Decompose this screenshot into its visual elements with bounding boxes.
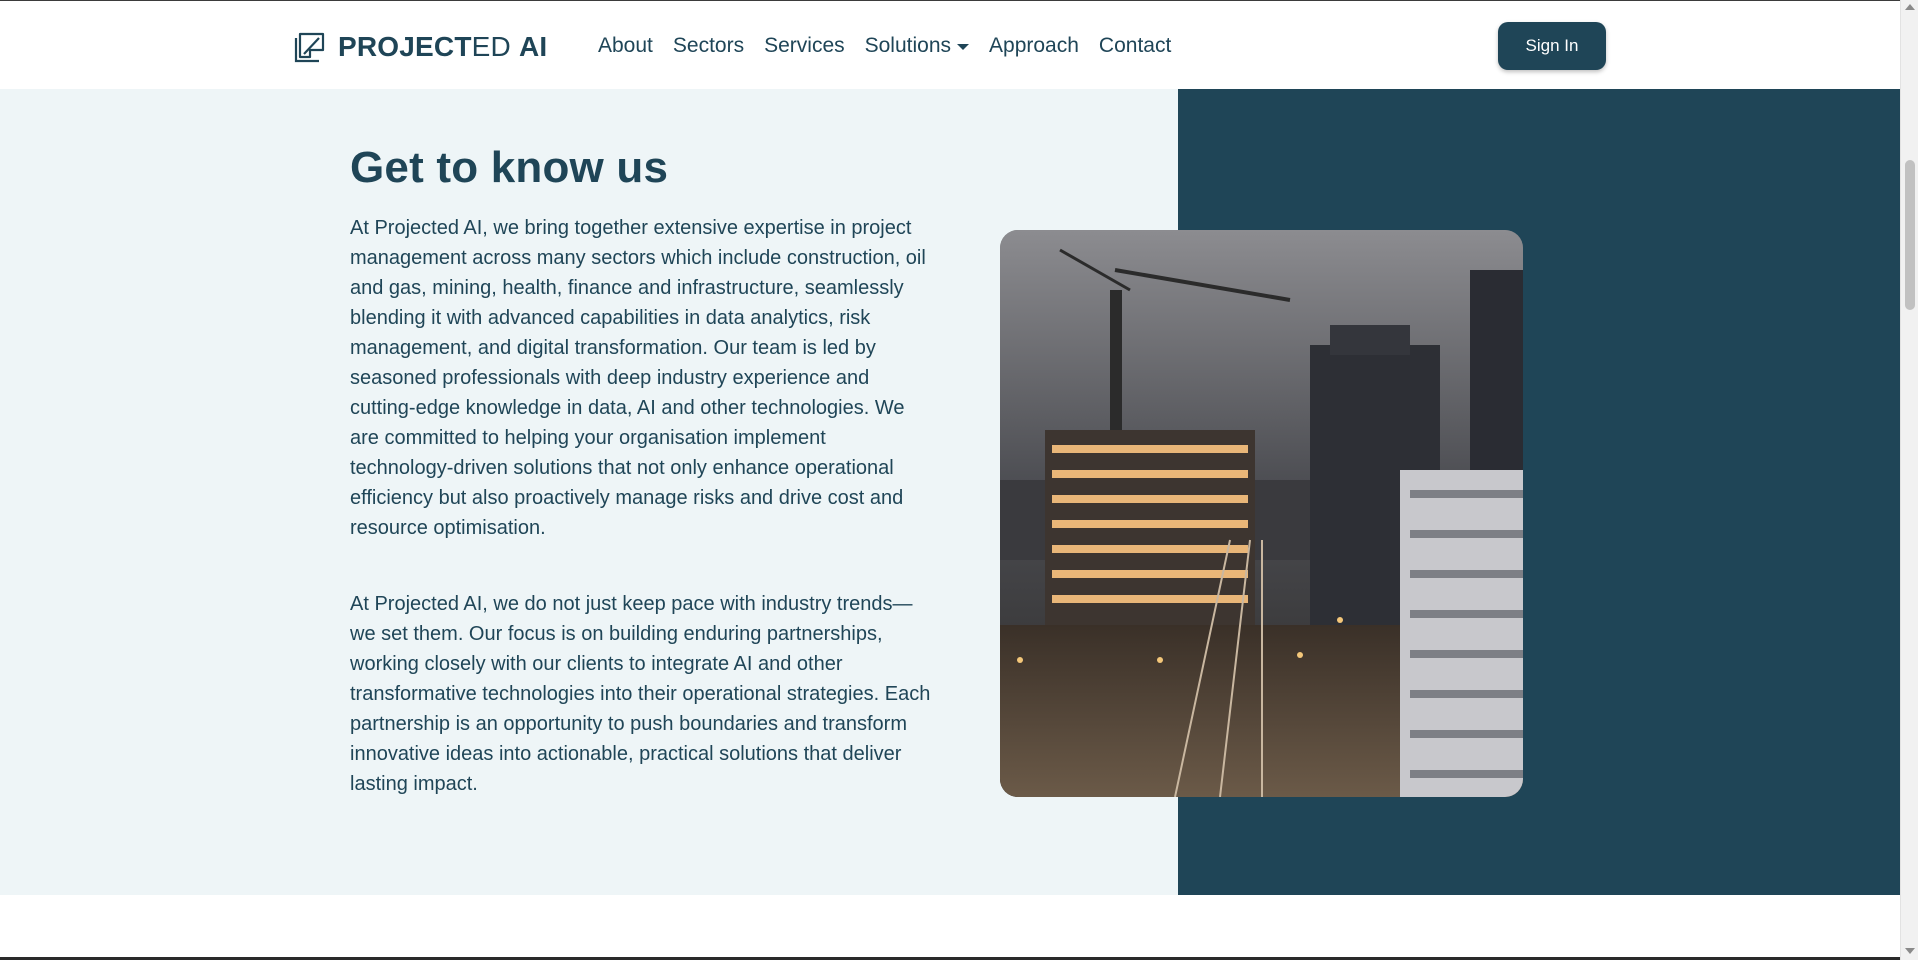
sign-in-button[interactable]: Sign In xyxy=(1498,22,1606,70)
projected-logo-icon xyxy=(294,32,325,63)
nav-about-link[interactable]: About xyxy=(598,34,653,58)
about-section: Get to know us At Projected AI, we bring… xyxy=(0,89,1900,895)
site-header: PROJECTED AI About Sectors Services Solu… xyxy=(0,1,1900,89)
brand-name: PROJECTED AI xyxy=(338,31,547,63)
page-scrollbar[interactable] xyxy=(1900,0,1918,960)
brand-name-bold: PROJECT xyxy=(338,31,472,62)
main-nav: About Sectors Services Solutions Approac… xyxy=(598,31,1191,61)
scroll-down-arrow-icon[interactable] xyxy=(1905,948,1915,954)
about-paragraph-2: At Projected AI, we do not just keep pac… xyxy=(350,593,931,795)
nav-contact-link[interactable]: Contact xyxy=(1099,34,1171,58)
nav-approach-link[interactable]: Approach xyxy=(989,34,1079,58)
brand-logo-link[interactable]: PROJECTED AI xyxy=(292,27,547,67)
next-section-start xyxy=(0,895,1900,960)
nav-services-link[interactable]: Services xyxy=(764,34,845,58)
city-construction-illustration xyxy=(1000,230,1523,797)
brand-name-light: ED xyxy=(471,31,511,62)
caret-down-icon xyxy=(957,44,970,50)
nav-sectors-link[interactable]: Sectors xyxy=(673,34,744,58)
brand-name-suffix: AI xyxy=(518,31,548,62)
scrollbar-thumb[interactable] xyxy=(1905,160,1915,310)
scroll-up-arrow-icon[interactable] xyxy=(1905,4,1915,10)
nav-solutions-label: Solutions xyxy=(864,34,952,57)
nav-solutions-dropdown[interactable]: Solutions xyxy=(864,34,970,58)
about-paragraph-1: At Projected AI, we bring together exten… xyxy=(350,217,926,539)
about-heading: Get to know us xyxy=(350,143,669,192)
construction-site-photo xyxy=(1000,230,1523,797)
